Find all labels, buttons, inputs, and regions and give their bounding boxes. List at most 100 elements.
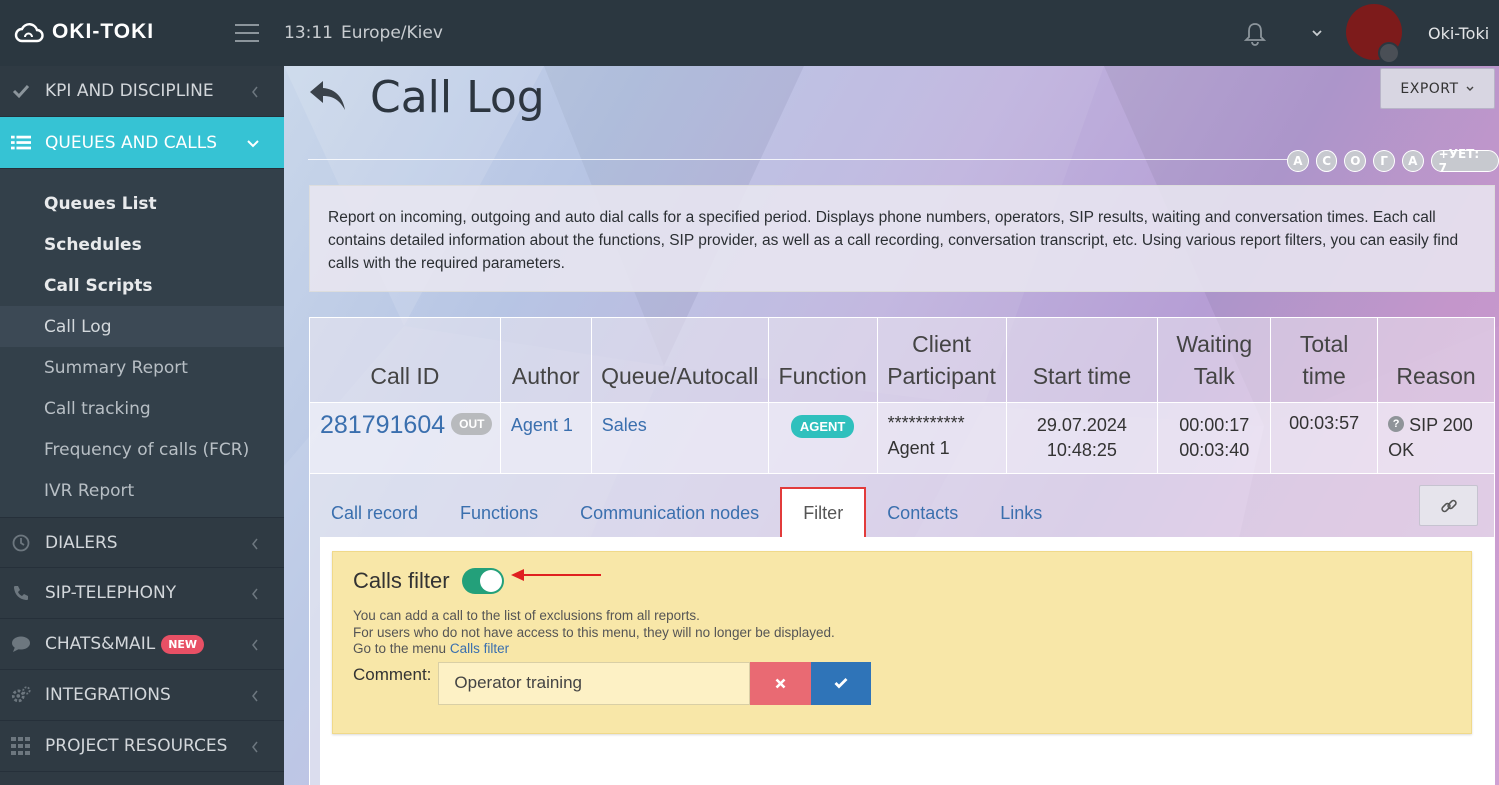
- submenu-queues: Queues List Schedules Call Scripts Call …: [0, 169, 284, 517]
- export-button[interactable]: EXPORT: [1380, 68, 1495, 109]
- sidebar-item-dialers[interactable]: DIALERS: [0, 517, 284, 568]
- filter-text-line: For users who do not have access to this…: [353, 624, 835, 640]
- sidebar-item-label: QUEUES AND CALLS: [45, 132, 218, 153]
- column-header[interactable]: Author: [499, 317, 592, 403]
- column-header[interactable]: Call ID: [309, 317, 501, 403]
- column-header[interactable]: Client Participant: [876, 317, 1007, 403]
- header-line: Participant: [887, 363, 996, 389]
- submenu-item-ivr-report[interactable]: IVR Report: [0, 470, 284, 511]
- cell-client: *********** Agent 1: [876, 402, 1007, 474]
- tab-communication-nodes[interactable]: Communication nodes: [559, 487, 780, 539]
- submenu-item-call-scripts[interactable]: Call Scripts: [0, 265, 284, 306]
- calls-filter-toggle[interactable]: [461, 568, 504, 594]
- submenu-item-call-tracking[interactable]: Call tracking: [0, 388, 284, 429]
- gears-icon: [11, 685, 31, 705]
- question-icon[interactable]: ?: [1388, 416, 1405, 433]
- check-icon: [11, 83, 31, 99]
- comment-row: Comment:: [353, 661, 1451, 705]
- cell-function: AGENT: [767, 402, 878, 474]
- tab-functions[interactable]: Functions: [439, 487, 559, 539]
- filter-text-line: You can add a call to the list of exclus…: [353, 608, 700, 623]
- column-header[interactable]: Start time: [1005, 317, 1159, 403]
- cancel-button[interactable]: [750, 661, 812, 705]
- chevron-down-icon[interactable]: [1310, 25, 1324, 44]
- tab-filter[interactable]: Filter: [780, 487, 867, 539]
- cell-queue: Sales: [590, 402, 769, 474]
- top-bar: OKI-TOKI 13:11 Europe/Kiev Oki-Toki: [0, 0, 1499, 66]
- column-header[interactable]: Function: [767, 317, 878, 403]
- initial-badge[interactable]: А: [1401, 150, 1424, 172]
- tab-contacts[interactable]: Contacts: [866, 487, 979, 539]
- current-time: 13:11: [284, 23, 333, 43]
- filter-tab-content: Calls filter You can add a call to the l…: [320, 537, 1495, 785]
- initial-badge[interactable]: О: [1344, 150, 1367, 172]
- chevron-down-icon: [246, 135, 260, 155]
- detail-tabs: Call record Functions Communication node…: [310, 487, 1063, 539]
- copy-link-button[interactable]: [1419, 485, 1478, 526]
- user-name[interactable]: Oki-Toki: [1428, 24, 1489, 43]
- calls-filter-box: Calls filter You can add a call to the l…: [332, 551, 1472, 734]
- author-link[interactable]: Agent 1: [511, 415, 573, 435]
- header-line: Waiting: [1176, 331, 1253, 357]
- menu-toggle-button[interactable]: [235, 24, 259, 42]
- list-icon: [11, 134, 31, 152]
- more-initials-badge[interactable]: +УЕТ: 7: [1430, 147, 1499, 175]
- timezone: Europe/Kiev: [341, 23, 443, 43]
- submenu-item-summary-report[interactable]: Summary Report: [0, 347, 284, 388]
- sidebar-item-label: SIP-TELEPHONY: [45, 583, 177, 603]
- chevron-down-icon: [1466, 86, 1474, 91]
- call-id-link[interactable]: 281791604: [310, 411, 445, 439]
- column-header[interactable]: Total time: [1270, 317, 1379, 403]
- save-button[interactable]: [811, 661, 872, 705]
- column-header[interactable]: Waiting Talk: [1157, 317, 1272, 403]
- submenu-item-queues-list[interactable]: Queues List: [0, 183, 284, 224]
- sidebar-item-label: PROJECT RESOURCES: [45, 736, 228, 756]
- participant-name: Agent 1: [887, 438, 950, 458]
- logo[interactable]: OKI-TOKI: [14, 20, 154, 44]
- function-badge: AGENT: [790, 415, 855, 438]
- submenu-item-schedules[interactable]: Schedules: [0, 224, 284, 265]
- table-header-row: Call ID Author Queue/Autocall Function C…: [309, 317, 1495, 403]
- page-header: Call Log: [308, 72, 545, 123]
- direction-badge: OUT: [451, 413, 493, 436]
- start-time: 10:48:25: [1046, 440, 1117, 460]
- start-date: 29.07.2024: [1036, 415, 1127, 435]
- check-icon: [834, 678, 848, 689]
- sidebar-item-queues[interactable]: QUEUES AND CALLS: [0, 117, 284, 169]
- sidebar-item-project-resources[interactable]: PROJECT RESOURCES: [0, 721, 284, 772]
- sidebar-item-integrations[interactable]: INTEGRATIONS: [0, 670, 284, 721]
- cell-start-time: 29.07.2024 10:48:25: [1005, 402, 1159, 474]
- comment-input[interactable]: [438, 661, 751, 705]
- sidebar: KPI AND DISCIPLINE QUEUES AND CALLS Queu…: [0, 66, 284, 785]
- cell-waiting-talk: 00:00:17 00:03:40: [1157, 402, 1272, 474]
- sidebar-item-label: CHATS&MAIL: [45, 634, 156, 654]
- sidebar-item-chats[interactable]: CHATS&MAIL NEW: [0, 619, 284, 670]
- description-box: Report on incoming, outgoing and auto di…: [309, 185, 1495, 292]
- clock: 13:11 Europe/Kiev: [284, 23, 443, 43]
- header-line: Talk: [1193, 363, 1235, 389]
- filter-text-line: Go to the menu Calls filter: [353, 641, 1451, 658]
- initial-badge[interactable]: Г: [1373, 150, 1395, 172]
- tab-links[interactable]: Links: [979, 487, 1063, 539]
- chevron-left-icon: [250, 84, 260, 104]
- initial-badge[interactable]: А: [1287, 150, 1309, 172]
- client-number: ***********: [887, 413, 965, 433]
- sidebar-item-kpi[interactable]: KPI AND DISCIPLINE: [0, 66, 284, 117]
- call-detail-panel: Call record Functions Communication node…: [309, 473, 1495, 785]
- bell-icon[interactable]: [1243, 22, 1267, 50]
- column-header[interactable]: Reason: [1377, 317, 1495, 403]
- queue-link[interactable]: Sales: [602, 415, 647, 435]
- chevron-left-icon: [250, 536, 260, 556]
- submenu-item-fcr[interactable]: Frequency of calls (FCR): [0, 429, 284, 470]
- sidebar-item-sip[interactable]: SIP-TELEPHONY: [0, 568, 284, 619]
- filter-text-prefix: Go to the menu: [353, 641, 447, 656]
- tab-call-record[interactable]: Call record: [310, 487, 439, 539]
- submenu-item-call-log[interactable]: Call Log: [0, 306, 284, 347]
- chat-icon: [11, 635, 31, 653]
- initial-badge[interactable]: С: [1315, 150, 1338, 172]
- column-header[interactable]: Queue/Autocall: [590, 317, 769, 403]
- back-arrow-icon[interactable]: [308, 79, 348, 117]
- sidebar-item-label: INTEGRATIONS: [45, 685, 171, 705]
- chevron-left-icon: [250, 739, 260, 759]
- calls-filter-link[interactable]: Calls filter: [450, 641, 509, 656]
